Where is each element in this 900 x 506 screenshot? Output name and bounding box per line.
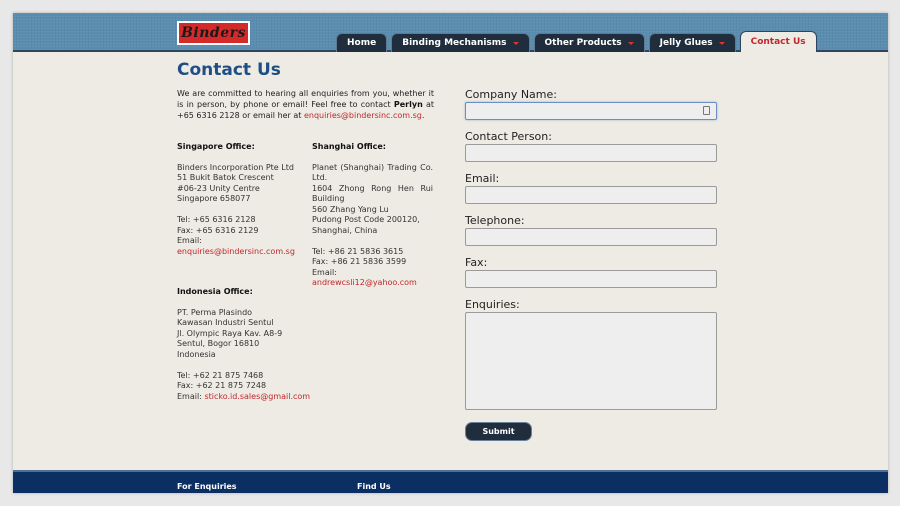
fax-line: Fax: +62 21 875 7248	[177, 381, 267, 390]
fax-label: Fax:	[465, 256, 488, 269]
address-line: Sentul, Bogor 16810	[177, 339, 260, 348]
fax-line: Fax: +65 6316 2129	[177, 225, 259, 235]
submit-button[interactable]: Submit	[465, 422, 532, 441]
address-line: Shanghai, China	[312, 225, 378, 235]
tab-contact-us[interactable]: Contact Us	[739, 31, 817, 52]
tab-binding-label: Binding Mechanisms	[402, 37, 507, 48]
dropdown-caret-icon	[512, 41, 519, 45]
tab-home-label: Home	[347, 37, 377, 48]
binders-logo[interactable]: Binders	[177, 21, 250, 45]
singapore-heading: Singapore Office:	[177, 142, 255, 151]
tab-binding-mechanisms[interactable]: Binding Mechanisms	[391, 33, 530, 52]
dropdown-caret-icon	[718, 41, 725, 45]
logo-text: Binders	[179, 23, 248, 43]
shanghai-office: Shanghai Office: Planet (Shanghai) Tradi…	[312, 142, 433, 289]
shanghai-email-link[interactable]: andrewcsli12@yahoo.com	[312, 278, 417, 287]
singapore-email-link[interactable]: enquiries@bindersinc.com.sg	[177, 247, 295, 256]
tab-jelly-label: Jelly Glues	[659, 37, 713, 48]
enquiries-label: Enquiries:	[465, 298, 520, 311]
address-line: PT. Perma Plasindo	[177, 307, 253, 317]
intro-contact-name: Perlyn	[393, 100, 423, 109]
telephone-input[interactable]	[465, 228, 717, 246]
contact-form: Company Name: Contact Person: Email: Tel…	[465, 88, 718, 410]
contact-person-input[interactable]	[465, 144, 717, 162]
footer-find-us-heading: Find Us	[357, 482, 391, 491]
footer-enquiries-heading: For Enquiries	[177, 482, 237, 491]
address-line: Planet (Shanghai) Trading Co. Ltd.	[312, 162, 433, 183]
email-label: Email:	[177, 391, 205, 401]
indonesia-heading: Indonesia Office:	[177, 287, 253, 296]
address-line: Singapore 658077	[177, 194, 251, 203]
address-line: #06-23 Unity Centre	[177, 183, 260, 193]
address-line: Indonesia	[177, 349, 216, 359]
email-label: Email:	[177, 236, 202, 245]
email-input[interactable]	[465, 186, 717, 204]
page-frame: Binders Home Binding Mechanisms Other Pr…	[13, 13, 888, 493]
tab-other-label: Other Products	[544, 37, 622, 48]
indonesia-email-link[interactable]: sticko.id.sales@gmail.com	[204, 392, 310, 401]
tab-jelly-glues[interactable]: Jelly Glues	[648, 33, 736, 52]
fax-input[interactable]	[465, 270, 717, 288]
fax-line: Fax: +86 21 5836 3599	[312, 257, 407, 266]
email-field-label: Email:	[465, 172, 500, 185]
singapore-office: Singapore Office: Binders Incorporation …	[177, 142, 302, 257]
address-line: Pudong Post Code 200120,	[312, 215, 420, 224]
tab-other-products[interactable]: Other Products	[533, 33, 645, 52]
address-line: Binders Incorporation Pte Ltd	[177, 162, 294, 172]
shanghai-heading: Shanghai Office:	[312, 142, 386, 151]
page-title: Contact Us	[177, 60, 281, 80]
site-footer: For Enquiries Find Us	[13, 470, 888, 493]
intro-email-link[interactable]: enquiries@bindersinc.com.sg	[304, 111, 422, 120]
email-label: Email:	[312, 267, 337, 277]
telephone-label: Telephone:	[465, 214, 525, 227]
intro-part-3: .	[421, 111, 425, 120]
company-name-label: Company Name:	[465, 88, 557, 101]
contact-person-label: Contact Person:	[465, 130, 552, 143]
email-row: Email: sticko.id.sales@gmail.com	[177, 392, 317, 403]
tel-line: Tel: +65 6316 2128	[177, 215, 256, 224]
address-line: 560 Zhang Yang Lu	[312, 204, 389, 214]
address-line: Kawasan Industri Sentul	[177, 318, 274, 327]
dropdown-caret-icon	[627, 41, 634, 45]
tel-line: Tel: +62 21 875 7468	[177, 370, 264, 380]
enquiries-textarea[interactable]	[465, 312, 717, 410]
main-nav: Home Binding Mechanisms Other Products J…	[336, 31, 817, 52]
tab-home[interactable]: Home	[336, 33, 388, 52]
tel-line: Tel: +86 21 5836 3615	[312, 246, 404, 256]
autofill-icon[interactable]	[703, 106, 710, 115]
address-line: Jl. Olympic Raya Kav. A8-9	[177, 328, 283, 338]
address-line: 51 Bukit Batok Crescent	[177, 173, 274, 182]
email-row: Email: andrewcsli12@yahoo.com	[312, 268, 433, 289]
tab-contact-label: Contact Us	[750, 36, 806, 47]
site-header: Binders Home Binding Mechanisms Other Pr…	[13, 13, 888, 52]
address-line: 1604 Zhong Rong Hen Rui Building	[312, 183, 433, 204]
company-name-input[interactable]	[465, 102, 717, 120]
intro-text: We are committed to hearing all enquirie…	[177, 88, 434, 121]
indonesia-office: Indonesia Office: PT. Perma Plasindo Kaw…	[177, 287, 317, 402]
